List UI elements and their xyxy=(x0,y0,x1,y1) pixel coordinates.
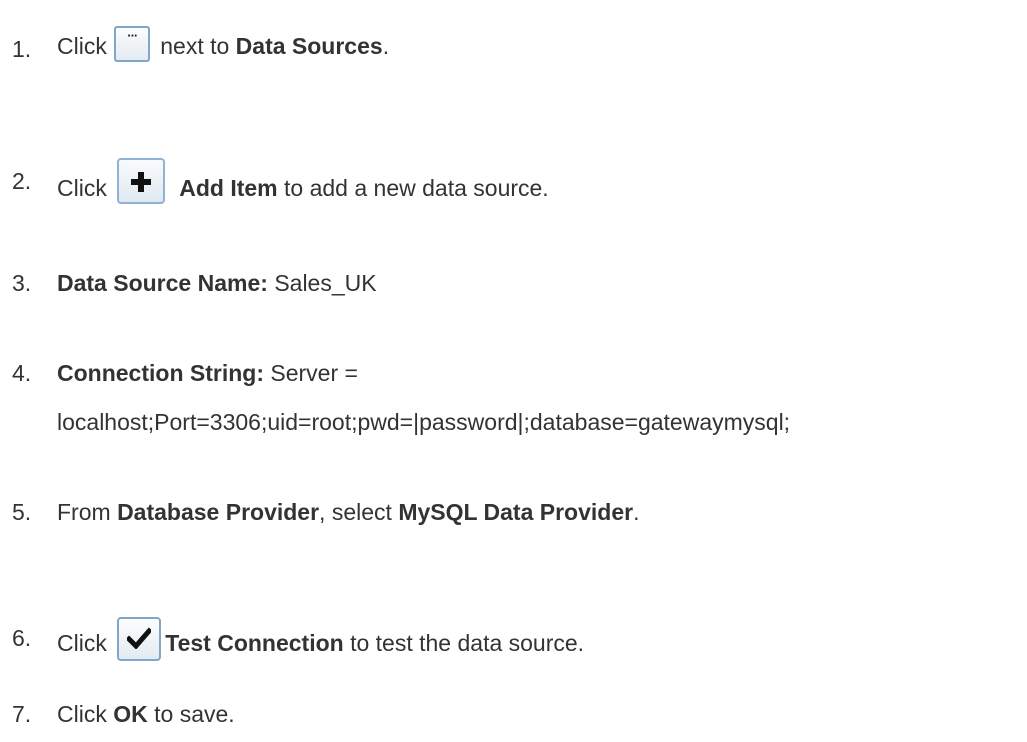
data-source-name-value: Sales_UK xyxy=(274,270,377,296)
step-7-description: to save. xyxy=(154,701,235,727)
database-provider-label: Database Provider xyxy=(117,499,320,525)
test-connection-label: Test Connection xyxy=(165,630,344,656)
step-3-text: Data Source Name: Sales_UK xyxy=(57,269,377,297)
step-6-click-word: Click xyxy=(57,630,107,656)
step-5-select: , select xyxy=(319,499,392,525)
step-7-click-word: Click xyxy=(57,701,107,727)
step-2-number: 2. xyxy=(12,168,32,194)
step-1-text: Click ··· next to Data Sources. xyxy=(57,24,390,62)
step-6-description: to test the data source. xyxy=(350,630,585,656)
ok-label: OK xyxy=(113,701,148,727)
checkmark-icon xyxy=(117,617,162,661)
step-5-period: . xyxy=(633,499,640,525)
plus-icon xyxy=(117,158,166,204)
step-5-from: From xyxy=(57,499,111,525)
step-4-text: Connection String: Server = xyxy=(57,359,358,387)
step-4-number: 4. xyxy=(12,360,32,386)
step-1-next-to: next to xyxy=(160,33,230,59)
step-1-click-word: Click xyxy=(57,33,107,59)
connection-string-server: Server = xyxy=(270,360,358,386)
ellipsis-icon: ··· xyxy=(114,26,151,62)
connection-string-value: localhost;Port=3306;uid=root;pwd=|passwo… xyxy=(57,409,791,435)
step-7-number: 7. xyxy=(12,701,32,727)
step-6-text: Click Test Connection to test the data s… xyxy=(57,613,585,661)
step-6-number: 6. xyxy=(12,625,32,651)
step-7-text: Click OK to save. xyxy=(57,700,235,728)
step-1-number: 1. xyxy=(12,36,32,62)
step-1-period: . xyxy=(382,33,390,59)
data-source-name-label: Data Source Name: xyxy=(57,270,268,296)
step-2-click-word: Click xyxy=(57,175,107,201)
data-sources-label: Data Sources xyxy=(235,33,383,59)
instruction-list: 1. Click ··· next to Data Sources. 2. Cli… xyxy=(0,0,1027,742)
mysql-data-provider-label: MySQL Data Provider xyxy=(398,499,634,525)
add-item-label: Add Item xyxy=(179,175,278,201)
connection-string-label: Connection String: xyxy=(57,360,264,386)
step-2-text: Click Add Item to add a new data source. xyxy=(57,156,549,204)
step-5-number: 5. xyxy=(12,499,32,525)
step-3-number: 3. xyxy=(12,270,32,296)
step-2-description: to add a new data source. xyxy=(284,175,549,201)
step-5-text: From Database Provider, select MySQL Dat… xyxy=(57,498,639,526)
